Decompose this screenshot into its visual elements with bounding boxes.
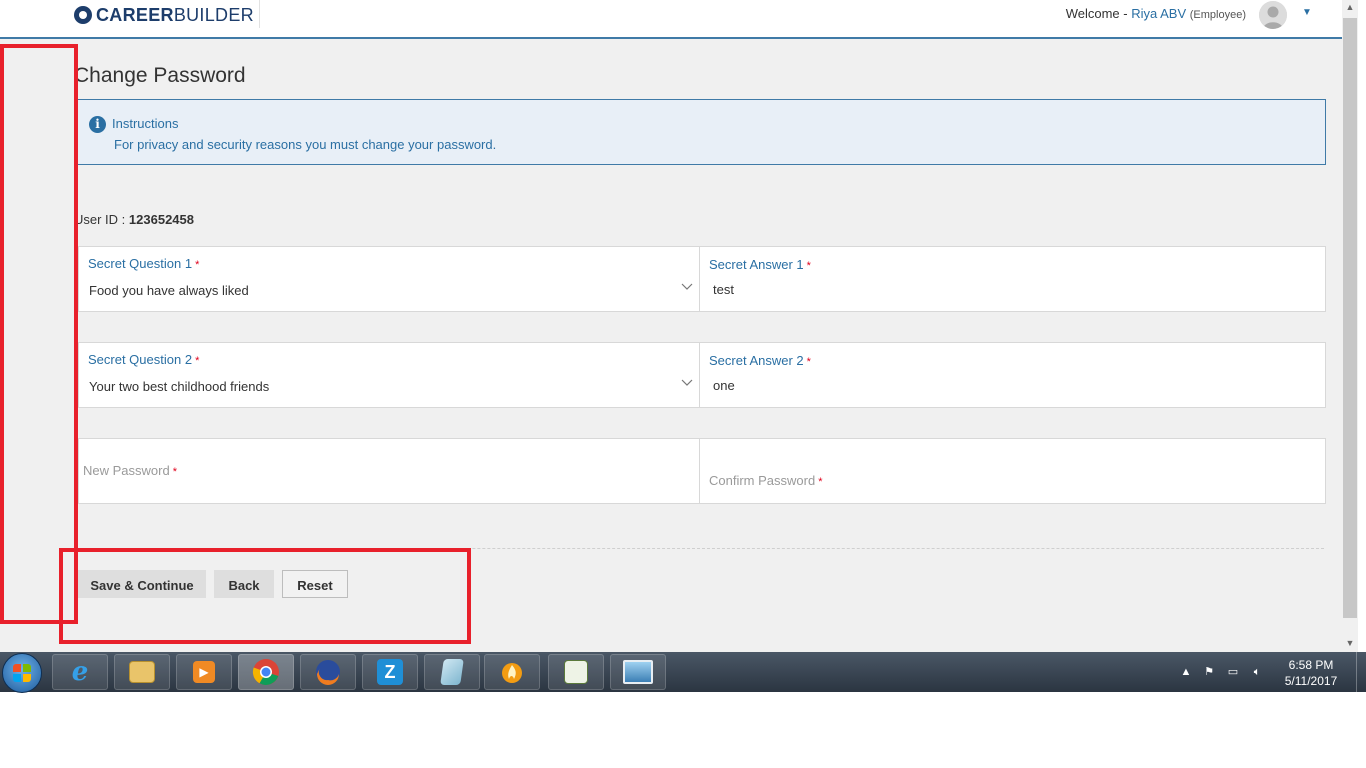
media-player-icon[interactable]: ▶ <box>176 654 232 690</box>
show-desktop-button[interactable] <box>1356 652 1366 692</box>
avatar[interactable] <box>1259 1 1287 29</box>
z-app-icon[interactable]: Z <box>362 654 418 690</box>
action-center-flag-icon[interactable]: ⚑ <box>1202 665 1216 679</box>
scroll-up-icon[interactable]: ▲ <box>1342 0 1358 14</box>
annotation-rectangle-left <box>0 44 78 624</box>
instructions-text: For privacy and security reasons you mus… <box>114 137 497 152</box>
system-clock[interactable]: 6:58 PM 5/11/2017 <box>1276 657 1346 689</box>
internet-explorer-icon[interactable]: e <box>52 654 108 690</box>
windows-taskbar: e ▶ Z ▲ ⚑ ▭ 🔈︎ 6:58 PM 5/11/2017 <box>0 652 1366 693</box>
field-label: Secret Question 2 * <box>88 352 200 367</box>
site-header: CAREERBUILDER Welcome - Riya ABV (Employ… <box>0 0 1342 39</box>
clock-time: 6:58 PM <box>1288 658 1334 672</box>
field-value: one <box>713 378 735 393</box>
annotation-rectangle-buttons <box>59 548 471 644</box>
field-label: Secret Answer 1 * <box>709 257 811 272</box>
secret-answer-2-input[interactable]: Secret Answer 2 * one <box>700 343 1325 407</box>
scrollbar[interactable]: ▲ ▼ <box>1342 0 1358 652</box>
field-label: Secret Question 1 * <box>88 256 200 271</box>
user-name[interactable]: Riya ABV <box>1131 6 1186 21</box>
flame-app-icon[interactable] <box>484 654 540 690</box>
form-row-secret-1: Secret Question 1 * Food you have always … <box>78 246 1326 312</box>
field-label: Confirm Password * <box>709 473 823 488</box>
field-value: Your two best childhood friends <box>89 379 270 394</box>
user-avatar-icon <box>1259 1 1287 29</box>
instructions-title: Instructions <box>112 116 179 131</box>
welcome-text: Welcome - Riya ABV (Employee) <box>1066 6 1246 21</box>
field-value: Food you have always liked <box>89 283 249 298</box>
user-role: (Employee) <box>1189 9 1246 21</box>
field-label: Secret Answer 2 * <box>709 353 811 368</box>
logo-mark-icon <box>74 6 92 24</box>
screen: CAREERBUILDER Welcome - Riya ABV (Employ… <box>0 0 1366 768</box>
image-viewer-icon[interactable] <box>610 654 666 690</box>
user-id: User ID : 123652458 <box>74 212 194 227</box>
form-row-password: New Password * Confirm Password * <box>78 438 1326 504</box>
header-separator <box>259 0 260 28</box>
network-icon[interactable]: ▭ <box>1226 665 1240 679</box>
welcome-label: Welcome - <box>1065 6 1128 21</box>
instructions-box: i Instructions For privacy and security … <box>76 99 1326 165</box>
tray-expand-icon[interactable]: ▲ <box>1179 665 1193 679</box>
firefox-icon[interactable] <box>300 654 356 690</box>
secret-question-2-select[interactable]: Secret Question 2 * Your two best childho… <box>79 343 700 407</box>
chevron-down-icon[interactable] <box>681 283 693 293</box>
user-id-label: User ID : <box>74 212 126 227</box>
field-value: test <box>713 282 734 297</box>
secret-answer-1-input[interactable]: Secret Answer 1 * test <box>700 247 1325 311</box>
file-explorer-icon[interactable] <box>114 654 170 690</box>
form-row-secret-2: Secret Question 2 * Your two best childho… <box>78 342 1326 408</box>
chrome-icon[interactable] <box>238 654 294 690</box>
spreadsheet-app-icon[interactable] <box>548 654 604 690</box>
new-password-input[interactable]: New Password * <box>79 439 700 503</box>
windows-logo-icon <box>13 664 31 682</box>
browser-viewport: CAREERBUILDER Welcome - Riya ABV (Employ… <box>0 0 1342 652</box>
start-button[interactable] <box>2 653 42 693</box>
chevron-down-icon[interactable]: ▼ <box>1301 8 1313 18</box>
volume-icon[interactable]: 🔈︎ <box>1250 665 1264 679</box>
chevron-down-icon[interactable] <box>681 379 693 389</box>
logo-wordmark: CAREERBUILDER <box>96 4 254 25</box>
confirm-password-input[interactable]: Confirm Password * <box>700 439 1325 503</box>
careerbuilder-logo[interactable]: CAREERBUILDER <box>74 4 254 26</box>
notepad-icon[interactable] <box>424 654 480 690</box>
field-label: New Password * <box>83 463 177 478</box>
secret-question-1-select[interactable]: Secret Question 1 * Food you have always … <box>79 247 700 311</box>
clock-date: 5/11/2017 <box>1284 674 1338 688</box>
info-icon: i <box>89 116 106 133</box>
user-id-value: 123652458 <box>128 212 194 227</box>
scroll-down-icon[interactable]: ▼ <box>1342 636 1358 650</box>
page-title: Change Password <box>74 64 246 87</box>
scrollbar-thumb[interactable] <box>1343 18 1357 618</box>
